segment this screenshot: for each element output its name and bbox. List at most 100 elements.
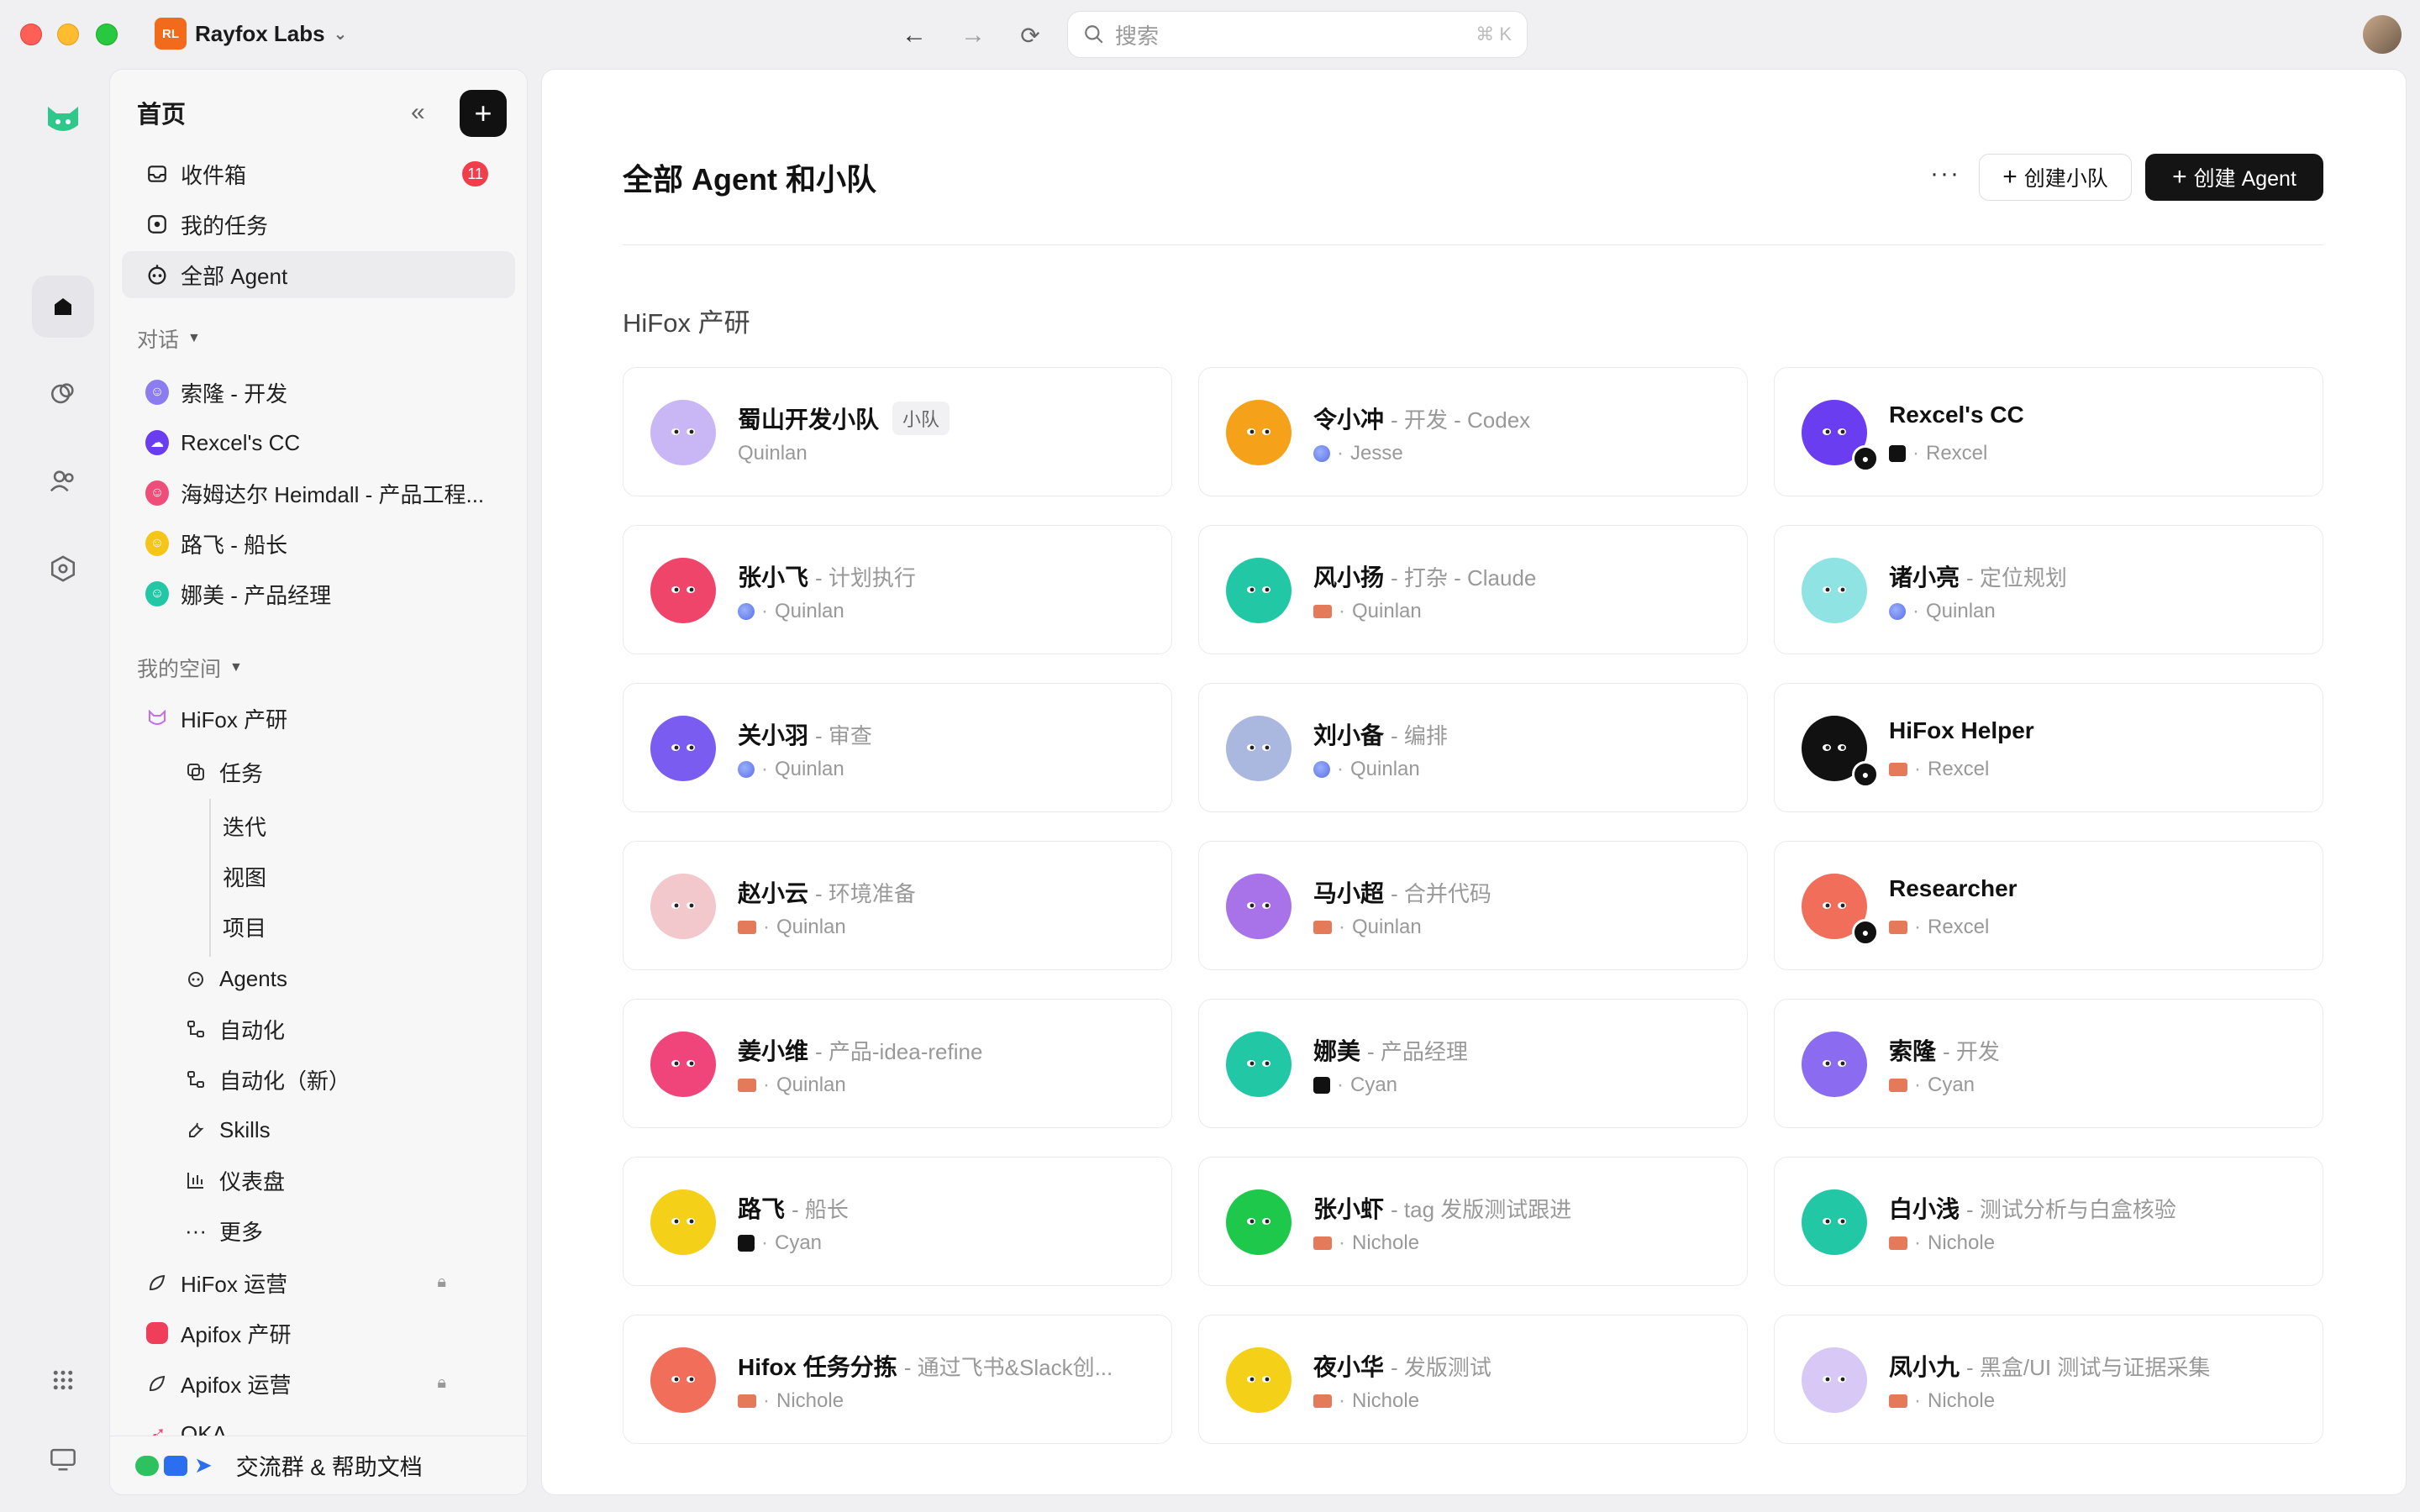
runtime-icon — [738, 921, 756, 934]
chat-item[interactable]: ☺ 索隆 - 开发 — [122, 369, 515, 416]
space-item-dashboard[interactable]: 仪表盘 — [122, 1157, 515, 1204]
space-item-tasks[interactable]: 任务 — [122, 748, 515, 795]
runtime-icon — [1889, 763, 1907, 776]
agent-avatar — [1802, 1032, 1867, 1097]
new-button[interactable]: + — [460, 90, 507, 137]
agent-card[interactable]: 蜀山开发小队 小队 Quinlan — [623, 367, 1172, 496]
agent-owner-line: · Quinlan — [738, 916, 846, 939]
runtime-icon — [1889, 1079, 1907, 1092]
space-label: 仪表盘 — [219, 1168, 286, 1194]
space-label: 项目 — [223, 915, 267, 941]
space-item-skills[interactable]: Skills — [122, 1106, 515, 1153]
plus-icon: + — [2002, 163, 2018, 191]
agent-owner-line: Quinlan — [738, 442, 808, 465]
agent-card[interactable]: 夜小华 - 发版测试 · Nichole — [1198, 1315, 1748, 1444]
space-label: HiFox 运营 — [181, 1271, 288, 1297]
agent-card[interactable]: 关小羽 - 审查 · Quinlan — [623, 683, 1172, 812]
agent-card[interactable]: 姜小维 - 产品-idea-refine · Quinlan — [623, 999, 1172, 1128]
space-item-iteration[interactable]: 迭代 — [122, 802, 515, 849]
space-item-agents[interactable]: Agents — [122, 955, 515, 1002]
agent-card[interactable]: Hifox 任务分拣 - 通过飞书&Slack创... · Nichole — [623, 1315, 1172, 1444]
chat-icon[interactable] — [32, 363, 94, 425]
agent-name: 娜美 — [1313, 1038, 1361, 1064]
agent-card[interactable]: 刘小备 - 编排 · Quinlan — [1198, 683, 1748, 812]
space-item-views[interactable]: 视图 — [122, 853, 515, 900]
agent-card[interactable]: ● HiFox Helper · Rexcel — [1774, 683, 2323, 812]
agent-card[interactable]: 风小扬 - 打杂 - Claude · Quinlan — [1198, 525, 1748, 654]
ellipsis-icon: ··· — [185, 1217, 207, 1243]
task-stack-icon — [184, 760, 208, 784]
space-item-more[interactable]: ··· 更多 — [122, 1207, 515, 1254]
collapse-sidebar-icon[interactable]: « — [411, 98, 425, 127]
more-options-button[interactable]: ··· — [1920, 150, 1970, 197]
provider-icon — [1313, 1077, 1330, 1094]
agent-card[interactable]: ● Researcher · Rexcel — [1774, 841, 2323, 970]
separator-dot: · — [761, 600, 768, 622]
zoom-window-button[interactable] — [96, 24, 118, 45]
separator-dot: · — [1337, 1074, 1344, 1096]
agent-card[interactable]: 令小冲 - 开发 - Codex · Jesse — [1198, 367, 1748, 496]
space-section-header[interactable]: 我的空间 ▼ — [137, 653, 243, 683]
close-window-button[interactable] — [20, 24, 42, 45]
workspace-switcher[interactable]: RL Rayfox Labs ⌄ — [155, 17, 347, 50]
sidebar-item-my-tasks[interactable]: 我的任务 — [122, 201, 515, 248]
agent-owner-line: · Cyan — [1313, 1074, 1397, 1097]
help-footer[interactable]: ➤ 交流群 & 帮助文档 — [110, 1436, 527, 1494]
agent-avatar — [650, 558, 716, 623]
refresh-button[interactable]: ⟳ — [1013, 18, 1047, 52]
agent-owner: Jesse — [1350, 442, 1403, 465]
chat-item[interactable]: ☁ Rexcel's CC — [122, 419, 515, 466]
forward-button[interactable]: → — [956, 18, 990, 52]
settings-icon[interactable] — [32, 538, 94, 600]
sidebar-item-all-agents[interactable]: 全部 Agent — [122, 251, 515, 298]
space-item-hifox-ops[interactable]: HiFox 运营 🔒︎ — [122, 1259, 515, 1306]
agent-avatar: ☺ — [145, 581, 169, 606]
space-item-automation[interactable]: 自动化 — [122, 1005, 515, 1053]
space-item-apifox-ops[interactable]: Apifox 运营 🔒︎ — [122, 1360, 515, 1407]
agent-name: 赵小云 — [738, 880, 809, 906]
agent-card[interactable]: 张小飞 - 计划执行 · Quinlan — [623, 525, 1172, 654]
agent-card[interactable]: 马小超 - 合并代码 · Quinlan — [1198, 841, 1748, 970]
back-button[interactable]: ← — [897, 18, 931, 52]
app-logo-icon[interactable] — [32, 89, 94, 151]
space-item-hifox[interactable]: HiFox 产研 — [122, 695, 515, 742]
create-agent-button[interactable]: + 创建 Agent — [2145, 154, 2323, 201]
space-label: HiFox 产研 — [181, 706, 288, 732]
sidebar-item-inbox[interactable]: 收件箱 11 — [122, 150, 515, 197]
agent-card[interactable]: 白小浅 - 测试分析与白盒核验 · Nichole — [1774, 1157, 2323, 1286]
agent-card[interactable]: 诸小亮 - 定位规划 · Quinlan — [1774, 525, 2323, 654]
chat-item[interactable]: ☺ 路飞 - 船长 — [122, 520, 515, 567]
separator-dot: · — [1914, 1231, 1921, 1254]
agent-card[interactable]: 索隆 - 开发 · Cyan — [1774, 999, 2323, 1128]
agent-owner: Quinlan — [775, 758, 844, 780]
agent-card[interactable]: 张小虾 - tag 发版测试跟进 · Nichole — [1198, 1157, 1748, 1286]
agent-owner: Quinlan — [775, 600, 844, 622]
apps-grid-icon[interactable] — [32, 1349, 94, 1411]
space-item-apifox-dev[interactable]: Apifox 产研 — [122, 1310, 515, 1357]
agent-card[interactable]: 凤小九 - 黑盒/UI 测试与证据采集 · Nichole — [1774, 1315, 2323, 1444]
chat-item[interactable]: ☺ 海姆达尔 Heimdall - 产品工程... — [122, 470, 515, 517]
agent-name: 凤小九 — [1889, 1354, 1960, 1380]
chat-item[interactable]: ☺ 娜美 - 产品经理 — [122, 570, 515, 617]
space-item-projects[interactable]: 项目 — [122, 903, 515, 950]
agent-name-line: HiFox Helper — [1889, 717, 2034, 744]
agent-avatar — [650, 716, 716, 781]
contacts-icon[interactable] — [32, 450, 94, 512]
separator-dot: · — [1912, 600, 1919, 622]
lock-icon: ● — [1852, 445, 1879, 472]
agent-name: 姜小维 — [738, 1038, 809, 1064]
user-avatar[interactable] — [2363, 15, 2402, 54]
agent-card[interactable]: 娜美 - 产品经理 · Cyan — [1198, 999, 1748, 1128]
agent-name: Rexcel's CC — [1889, 402, 2024, 428]
agent-card[interactable]: ● Rexcel's CC · Rexcel — [1774, 367, 2323, 496]
create-team-button[interactable]: + 创建小队 — [1979, 154, 2132, 201]
space-item-automation-new[interactable]: 自动化（新） — [122, 1056, 515, 1103]
agent-card[interactable]: 赵小云 - 环境准备 · Quinlan — [623, 841, 1172, 970]
agent-name-line: 凤小九 - 黑盒/UI 测试与证据采集 — [1889, 1349, 2210, 1383]
agent-card[interactable]: 路飞 - 船长 · Cyan — [623, 1157, 1172, 1286]
chats-section-header[interactable]: 对话 ▼ — [137, 323, 201, 354]
desktop-icon[interactable] — [32, 1428, 94, 1490]
search-input[interactable]: 搜索 ⌘ K — [1067, 11, 1528, 58]
minimize-window-button[interactable] — [57, 24, 79, 45]
home-icon[interactable] — [32, 276, 94, 338]
